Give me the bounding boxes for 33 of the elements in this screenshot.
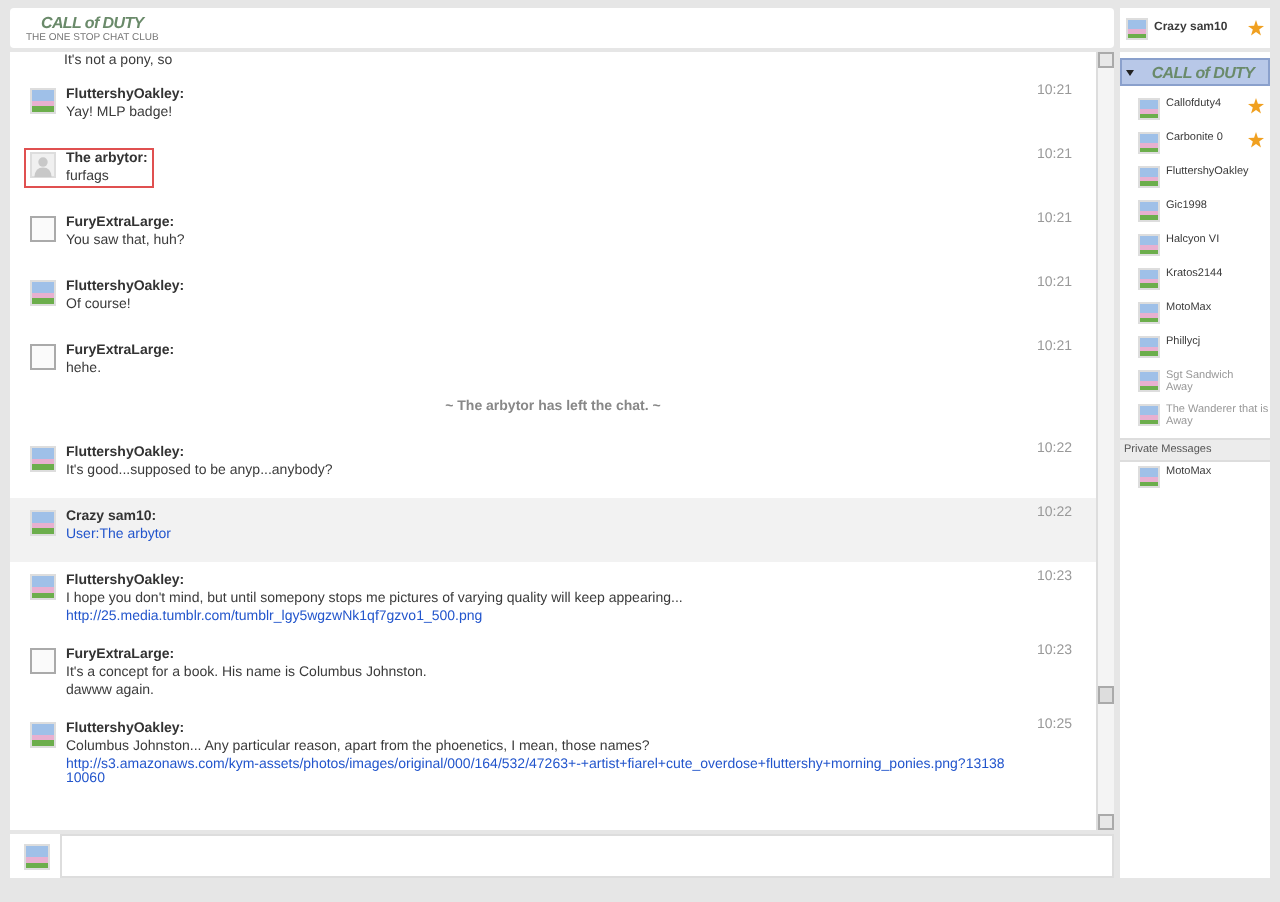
avatar-image [30,722,56,748]
avatar-image [30,510,56,536]
avatar-image [1138,404,1160,426]
avatar-image [1138,132,1160,154]
user-silhouette-icon [30,152,56,178]
avatar-image [30,446,56,472]
avatar-image [30,88,56,114]
avatar-image [30,648,56,674]
star-icon[interactable] [1248,20,1264,36]
avatar-image [1138,302,1160,324]
avatar-image [1138,98,1160,120]
caret-icon[interactable] [1126,69,1134,75]
scroll-up-button[interactable] [1098,52,1114,68]
scroll-thumb[interactable] [1098,686,1114,704]
avatar-image [1138,268,1160,290]
avatar-image [30,574,56,600]
avatar-image [1138,200,1160,222]
avatar-image [30,344,56,370]
avatar-image [1126,17,1148,39]
star-icon[interactable] [1248,98,1264,114]
logo-text: CALL of DUTY [40,13,144,31]
avatar-image [1138,336,1160,358]
scroll-down-button[interactable] [1098,814,1114,830]
avatar-image [1138,466,1160,488]
star-icon[interactable] [1248,132,1264,148]
avatar-image [30,280,56,306]
message-input-field[interactable] [60,834,1114,878]
avatar-image [1138,166,1160,188]
avatar-image [30,216,56,242]
scrollbar[interactable] [1096,52,1114,830]
avatar-image [1138,370,1160,392]
avatar-image [24,843,50,869]
avatar-image [1138,234,1160,256]
